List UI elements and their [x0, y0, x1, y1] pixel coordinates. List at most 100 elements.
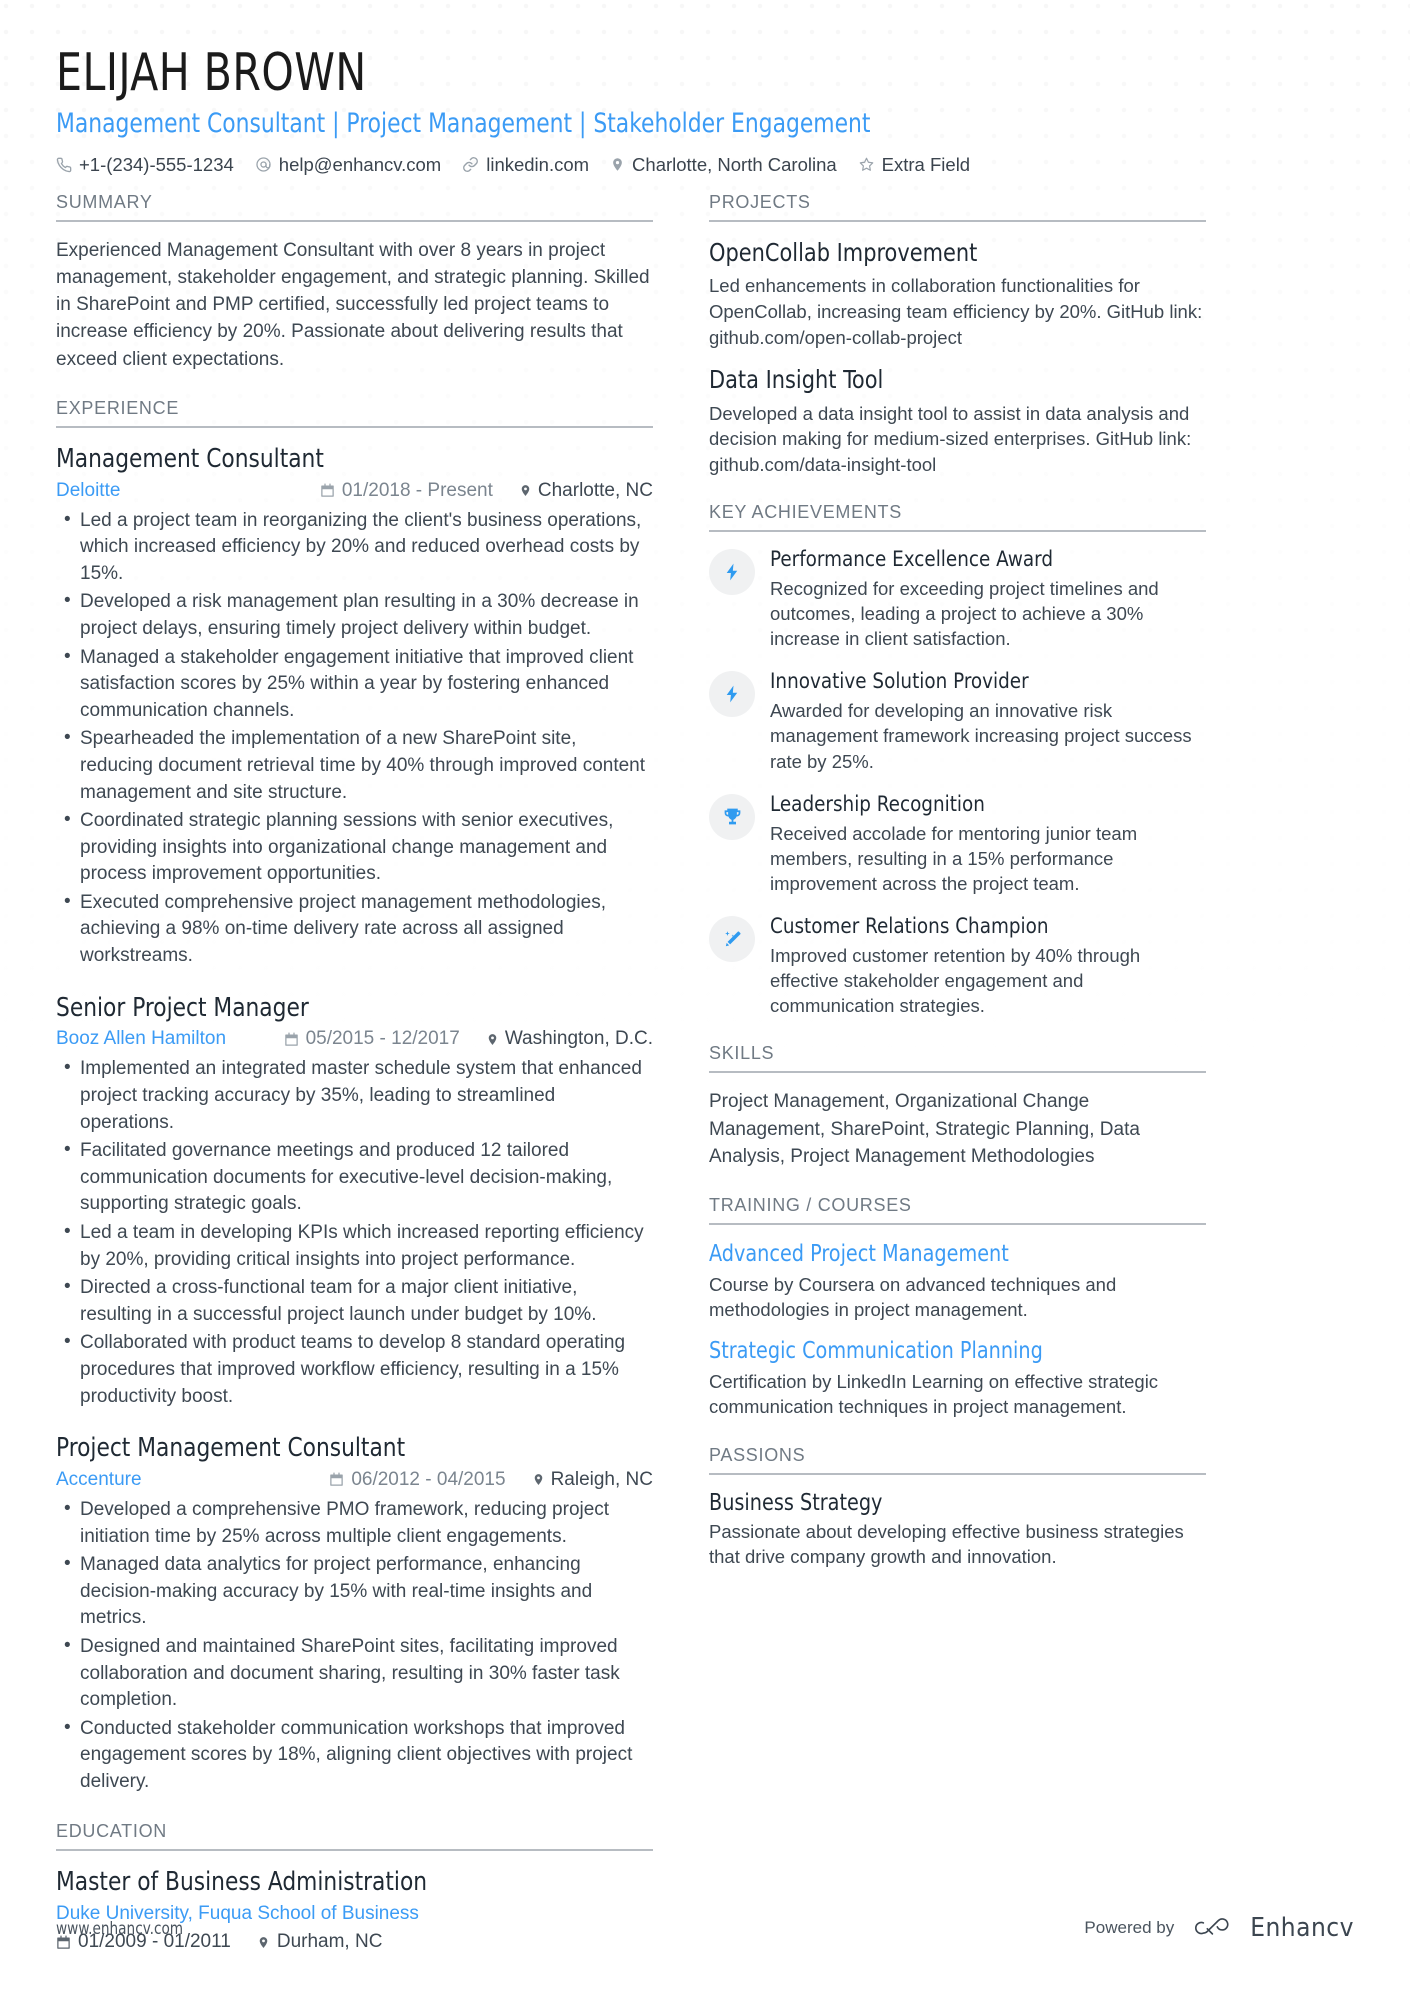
job-meta: Booz Allen Hamilton 05/2015 - 12/2017 Wa… [56, 1028, 653, 1050]
list-item: Conducted stakeholder communication work… [56, 1715, 653, 1796]
job-location: Charlotte, NC [519, 480, 653, 502]
achievement-title: Customer Relations Champion [770, 914, 1049, 940]
achievement-badge [709, 671, 755, 718]
left-column: SUMMARY Experienced Management Consultan… [56, 192, 681, 1978]
job-location: Washington, D.C. [486, 1028, 653, 1050]
skills-text: Project Management, Organizational Chang… [709, 1091, 1140, 1167]
list-item: Spearheaded the implementation of a new … [56, 725, 653, 806]
job-date-text: 06/2012 - 04/2015 [351, 1468, 506, 1490]
achievement-description: Received accolade for mentoring junior t… [770, 822, 1138, 894]
job-title: Project Management Consultant [56, 1433, 406, 1464]
job-company[interactable]: Deloitte [56, 480, 120, 502]
list-item: Managed data analytics for project perfo… [56, 1551, 653, 1632]
job-date: 05/2015 - 12/2017 [284, 1028, 460, 1050]
brand-name: Enhancv [1250, 1913, 1354, 1943]
job-bullets: Developed a comprehensive PMO framework,… [56, 1496, 653, 1796]
calendar-icon [330, 1473, 344, 1487]
resume-page: ELIJAH BROWN Management Consultant | Pro… [0, 0, 1410, 1995]
email-icon [256, 157, 271, 173]
experience-section-title: EXPERIENCE [56, 398, 653, 428]
powered-by-label: Powered by [1084, 1918, 1175, 1937]
footer-url[interactable]: www.enhancv.com [56, 1919, 183, 1938]
calendar-icon [321, 483, 334, 497]
location-pin-icon [534, 1474, 542, 1486]
list-item: Managed a stakeholder engagement initiat… [56, 644, 653, 725]
job-location-text: Washington, D.C. [504, 1028, 653, 1050]
achievements-section: KEY ACHIEVEMENTS Performance Excellence … [709, 502, 1206, 1018]
resume-header: ELIJAH BROWN Management Consultant | Pro… [56, 44, 1354, 176]
page-title: ELIJAH BROWN [56, 43, 367, 103]
job-date: 01/2018 - Present [320, 480, 493, 502]
job-meta: Deloitte 01/2018 - Present Charlotte, NC [56, 480, 653, 502]
magic-wand-icon [724, 930, 741, 946]
job-date-text: 05/2015 - 12/2017 [305, 1028, 460, 1050]
project-description: Developed a data insight tool to assist … [709, 402, 1192, 475]
achievement-description: Recognized for exceeding project timelin… [770, 577, 1159, 650]
job-meta: Accenture 06/2012 - 04/2015 Raleigh, NC [56, 1469, 653, 1491]
job-bullets: Led a project team in reorganizing the c… [56, 507, 653, 970]
skills-section: SKILLS Project Management, Organizationa… [709, 1043, 1206, 1169]
list-item: Led a team in developing KPIs which incr… [56, 1219, 653, 1273]
training-item: Strategic Communication Planning Certifi… [709, 1337, 1206, 1420]
education-degree: Master of Business Administration [56, 1866, 428, 1897]
contact-location-text: Charlotte, North Carolina [632, 153, 837, 175]
contact-extra-text: Extra Field [881, 153, 971, 175]
trophy-icon [724, 808, 740, 825]
job-date-text: 01/2018 - Present [341, 479, 493, 501]
job-date: 06/2012 - 04/2015 [329, 1468, 506, 1491]
contact-link[interactable]: linkedin.com [462, 154, 589, 176]
phone-icon [56, 157, 72, 173]
project-item: Data Insight Tool Developed a data insig… [709, 364, 1206, 477]
right-column: PROJECTS OpenCollab Improvement Led enha… [681, 192, 1206, 1978]
passions-section-title: PASSIONS [709, 1445, 1206, 1475]
contact-link-text: linkedin.com [486, 153, 590, 175]
job-company[interactable]: Booz Allen Hamilton [56, 1028, 226, 1050]
passion-description: Passionate about developing effective bu… [709, 1520, 1184, 1568]
achievement-title: Innovative Solution Provider [770, 669, 1029, 695]
training-item: Advanced Project Management Course by Co… [709, 1240, 1206, 1323]
passion-item: Business Strategy Passionate about devel… [709, 1490, 1206, 1570]
project-title: Data Insight Tool [709, 365, 884, 395]
achievement-description: Improved customer retention by 40% throu… [770, 944, 1141, 1017]
job-location: Raleigh, NC [532, 1469, 653, 1491]
experience-item: Management Consultant Deloitte 01/2018 -… [56, 443, 653, 970]
passion-title: Business Strategy [709, 1489, 883, 1516]
job-company[interactable]: Accenture [56, 1469, 142, 1491]
experience-section: EXPERIENCE Management Consultant Deloitt… [56, 398, 653, 1796]
job-title: Management Consultant [56, 443, 324, 474]
calendar-icon [284, 1032, 298, 1046]
page-footer: www.enhancv.com Powered by Enhancv [56, 1913, 1354, 1943]
list-item: Directed a cross-functional team for a m… [56, 1274, 653, 1328]
achievement-badge [709, 916, 755, 963]
skills-section-title: SKILLS [709, 1043, 1206, 1074]
list-item: Led a project team in reorganizing the c… [56, 507, 653, 588]
achievements-section-title: KEY ACHIEVEMENTS [709, 502, 1206, 533]
list-item: Coordinated strategic planning sessions … [56, 807, 653, 888]
achievement-title: Performance Excellence Award [770, 547, 1054, 573]
contact-email[interactable]: help@enhancv.com [255, 154, 441, 176]
achievement-item: Customer Relations Champion Improved cus… [709, 914, 1206, 1018]
enhancv-logo-icon [1195, 1918, 1229, 1935]
passions-section: PASSIONS Business Strategy Passionate ab… [709, 1445, 1206, 1570]
achievement-item: Innovative Solution Provider Awarded for… [709, 669, 1206, 773]
link-icon [463, 157, 479, 173]
contact-extra: Extra Field [858, 154, 970, 176]
training-description: Certification by LinkedIn Learning on ef… [709, 1370, 1159, 1418]
projects-section: PROJECTS OpenCollab Improvement Led enha… [709, 192, 1206, 477]
contact-row: +1-(234)-555-1234 help@enhancv.com linke… [56, 154, 1354, 176]
resume-body: SUMMARY Experienced Management Consultan… [56, 192, 1354, 1978]
list-item: Developed a risk management plan resulti… [56, 588, 653, 642]
contact-phone[interactable]: +1-(234)-555-1234 [56, 154, 234, 176]
job-bullets: Implemented an integrated master schedul… [56, 1055, 653, 1410]
training-title[interactable]: Advanced Project Management [709, 1240, 1171, 1270]
summary-section-title: SUMMARY [56, 192, 653, 222]
contact-phone-text: +1-(234)-555-1234 [79, 153, 234, 175]
list-item: Executed comprehensive project managemen… [56, 889, 653, 970]
training-section: TRAINING / COURSES Advanced Project Mana… [709, 1195, 1206, 1420]
job-location-text: Charlotte, NC [537, 479, 653, 501]
achievement-item: Performance Excellence Award Recognized … [709, 547, 1206, 651]
achievement-badge [709, 793, 755, 840]
training-title[interactable]: Strategic Communication Planning [709, 1337, 1171, 1367]
contact-email-text: help@enhancv.com [278, 153, 442, 175]
lightning-bolt-icon [726, 563, 738, 581]
